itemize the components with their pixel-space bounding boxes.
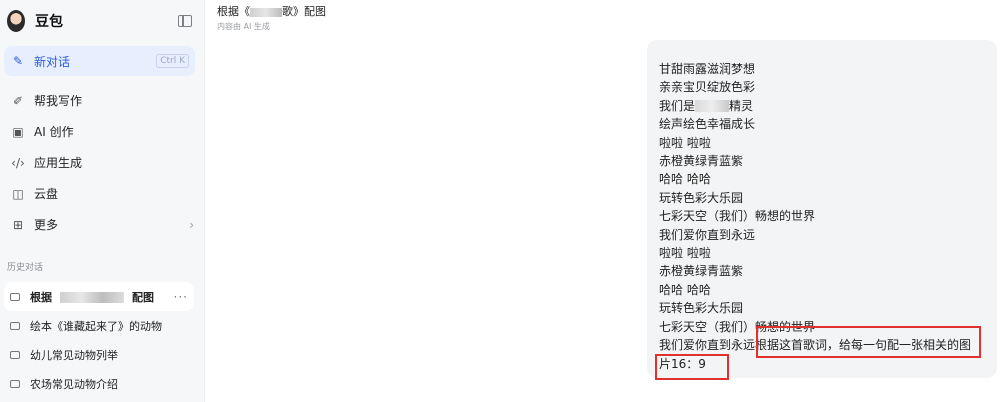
lyric-line: 我们是 精灵 <box>659 97 983 115</box>
history-suffix: 配图 <box>132 290 154 304</box>
lyric-line: 甘甜雨露滋润梦想 <box>659 62 756 76</box>
lyric-line: 绘声绘色幸福成长 <box>659 117 756 132</box>
cloud-drive-icon: ◫ <box>12 186 24 201</box>
redacted-block <box>60 292 124 303</box>
conversation-title: 根据《 歌》配图 <box>217 5 326 19</box>
grid-icon: ⊞ <box>12 217 24 232</box>
new-chat-button[interactable]: ✎ 新对话 Ctrl K <box>4 46 195 76</box>
history-item-label: 农场常见动物介绍 <box>30 377 118 391</box>
sidebar-item-more[interactable]: ⊞ 更多 › <box>0 209 204 240</box>
chat-bubble-icon <box>10 379 20 388</box>
ai-disclaimer: 内容由 AI 生成 <box>217 22 270 31</box>
avatar <box>7 10 25 32</box>
sidebar-item-app-gen[interactable]: ‹/› 应用生成 <box>0 147 204 178</box>
history-item-label: 绘本《谁藏起来了》的动物 <box>30 319 162 333</box>
lyric-fragment: 我们爱你直到永远 <box>659 338 756 353</box>
image-icon: ▣ <box>12 124 24 139</box>
app-window: 豆包 ✎ 新对话 Ctrl K ✐ 帮我写作 ▣ AI 创作 ‹/› 应用生成 … <box>0 0 1003 402</box>
highlight-box <box>756 326 981 359</box>
history-item[interactable]: 幼儿常见动物列举 <box>4 340 194 369</box>
pen-icon: ✐ <box>12 93 24 108</box>
request-line: 我们爱你直到永远根据这首歌词，给每一句配一张相关的图 <box>655 326 983 381</box>
brand: 豆包 <box>0 0 204 42</box>
highlight-box <box>655 354 729 381</box>
redacted-block <box>695 100 730 113</box>
history-item-label: 幼儿常见动物列举 <box>30 348 118 362</box>
redacted-block <box>250 7 282 17</box>
lyric-line: 赤橙黄绿青蓝紫 <box>659 264 744 279</box>
collapse-sidebar-icon[interactable] <box>178 15 192 27</box>
chat-bubble-icon <box>10 292 20 301</box>
edit-icon: ✎ <box>12 54 24 68</box>
lyric-line: 哈哈 哈哈 <box>659 282 711 297</box>
sidebar-item-label: 更多 <box>34 218 59 232</box>
more-options-icon[interactable]: ··· <box>174 290 188 304</box>
history-prefix: 根据 <box>30 290 52 304</box>
lyric-line: 啦啦 啦啦 <box>659 246 711 261</box>
sidebar-item-label: 应用生成 <box>34 156 83 170</box>
history-item[interactable]: 农场常见动物介绍 <box>4 369 194 398</box>
conversation-header: 根据《 歌》配图 内容由 AI 生成 <box>217 5 326 32</box>
lyric-line: 亲亲宝贝绽放色彩 <box>659 80 756 95</box>
lyric-line: 我们爱你直到永远 <box>659 227 756 242</box>
lyric-line: 啦啦 啦啦 <box>659 135 711 150</box>
lyric-line: 玩转色彩大乐园 <box>659 190 744 205</box>
history-section-title: 历史对话 <box>7 263 44 273</box>
sidebar-item-ai-create[interactable]: ▣ AI 创作 <box>0 116 204 147</box>
lyric-line: 赤橙黄绿青蓝紫 <box>659 154 744 169</box>
sidebar-item-label: AI 创作 <box>34 125 74 139</box>
sidebar-item-cloud[interactable]: ◫ 云盘 <box>0 178 204 209</box>
history-item[interactable]: 根据 配图 ··· <box>4 282 194 311</box>
history-item[interactable]: 绘本《谁藏起来了》的动物 <box>4 311 194 340</box>
title-prefix: 根据《 <box>217 5 250 18</box>
title-suffix: 歌》配图 <box>282 5 326 18</box>
sidebar: 豆包 ✎ 新对话 Ctrl K ✐ 帮我写作 ▣ AI 创作 ‹/› 应用生成 … <box>0 0 205 402</box>
sidebar-item-writing[interactable]: ✐ 帮我写作 <box>0 85 204 116</box>
chat-bubble-icon <box>10 350 20 359</box>
history-item-label: 根据 配图 <box>30 289 154 305</box>
shortcut-badge: Ctrl K <box>156 54 189 68</box>
lyric-line: 玩转色彩大乐园 <box>659 301 744 316</box>
lyric-fragment: 我们是 <box>659 98 696 113</box>
chevron-right-icon: › <box>189 217 194 232</box>
brand-name: 豆包 <box>35 14 63 30</box>
chat-main: 根据《 歌》配图 内容由 AI 生成 甘甜雨露滋润梦想 亲亲宝贝绽放色彩 我们是 精… <box>205 0 1003 402</box>
lyric-line: 七彩天空（我们）畅想的世界 <box>659 209 816 224</box>
new-chat-label: 新对话 <box>34 54 71 69</box>
sidebar-item-label: 云盘 <box>34 187 59 201</box>
code-icon: ‹/› <box>11 155 25 170</box>
chat-bubble-icon <box>10 321 20 330</box>
user-message-bubble: 甘甜雨露滋润梦想 亲亲宝贝绽放色彩 我们是 精灵 绘声绘色幸福成长 啦啦 啦啦 赤… <box>647 40 997 381</box>
lyric-fragment: 精灵 <box>729 98 754 113</box>
lyric-line: 哈哈 哈哈 <box>659 172 711 187</box>
sidebar-item-label: 帮我写作 <box>34 94 83 108</box>
